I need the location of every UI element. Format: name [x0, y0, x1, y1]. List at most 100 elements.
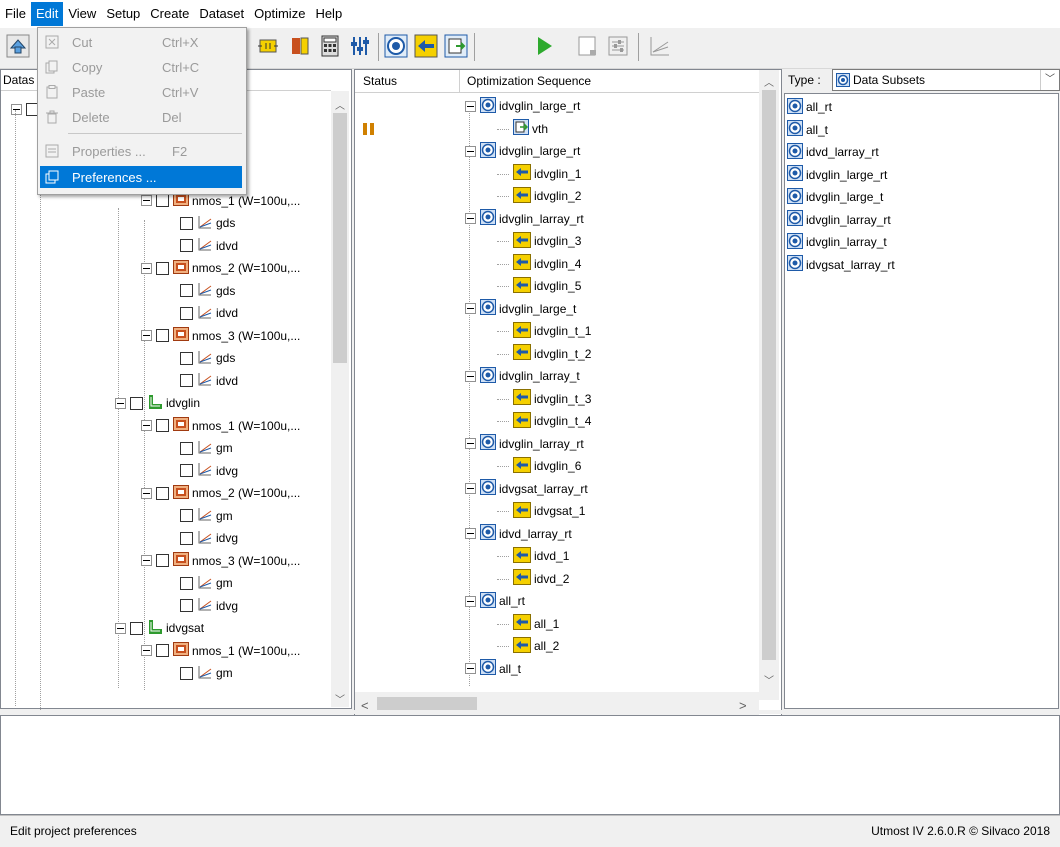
tree-item-curve[interactable]: idvg — [167, 460, 238, 482]
menu-item-properties[interactable]: Properties ... F2 — [40, 140, 242, 162]
collapse-icon[interactable] — [141, 487, 152, 499]
data-subset-item[interactable]: all_rt — [787, 96, 832, 118]
menu-edit[interactable]: Edit — [30, 2, 64, 26]
run-icon[interactable] — [532, 34, 556, 58]
data-subset-item[interactable]: all_t — [787, 119, 828, 141]
sequence-step-row[interactable]: vth — [513, 118, 548, 140]
scroll-up-arrow-icon[interactable]: ︿ — [764, 74, 774, 89]
sequence-step-row[interactable]: idvglin_t_4 — [513, 410, 591, 432]
collapse-icon[interactable] — [141, 262, 152, 274]
sequence-subset-row[interactable]: idvglin_larray_rt — [465, 208, 584, 230]
checkbox[interactable] — [156, 194, 169, 207]
checkbox[interactable] — [180, 306, 193, 320]
target-icon[interactable] — [384, 34, 408, 58]
sequence-step-row[interactable]: idvglin_2 — [513, 185, 581, 207]
data-subset-item[interactable]: idvglin_large_t — [787, 186, 883, 208]
data-subset-item[interactable]: idvglin_larray_t — [787, 231, 887, 253]
collapse-icon[interactable] — [11, 103, 22, 115]
status-column-header[interactable]: Status — [363, 74, 397, 88]
tree-item-device[interactable]: nmos_1 (W=100u,... — [141, 640, 300, 662]
tree-item-curve[interactable]: idvg — [167, 595, 238, 617]
collapse-icon[interactable] — [141, 420, 152, 431]
sequence-subset-row[interactable]: idvglin_large_rt — [465, 95, 580, 117]
menu-item-paste[interactable]: Paste Ctrl+V — [40, 81, 242, 103]
sequence-subset-row[interactable]: idvglin_large_t — [465, 298, 576, 320]
data-subset-item[interactable]: idvglin_large_rt — [787, 164, 887, 186]
menu-item-cut[interactable]: Cut Ctrl+X — [40, 31, 242, 53]
menu-file[interactable]: File — [0, 2, 31, 26]
checkbox[interactable] — [180, 599, 193, 612]
sequence-step-row[interactable]: idvglin_6 — [513, 455, 581, 477]
tree-item-device[interactable]: nmos_2 (W=100u,... — [141, 257, 300, 279]
collapse-icon[interactable] — [115, 397, 126, 409]
tree-item-device[interactable]: nmos_1 (W=100u,... — [141, 415, 300, 437]
calculator-icon[interactable] — [318, 34, 342, 58]
collapse-icon[interactable] — [465, 303, 476, 314]
scroll-down-arrow-icon[interactable]: ﹀ — [764, 672, 774, 687]
checkbox[interactable] — [156, 486, 169, 500]
tree-item-device[interactable]: nmos_3 (W=100u,... — [141, 550, 300, 572]
tree-item-curve[interactable]: gm — [167, 505, 233, 527]
collapse-icon[interactable] — [115, 622, 126, 634]
sequence-step-row[interactable]: all_2 — [513, 635, 559, 657]
parameters-icon[interactable] — [348, 34, 372, 58]
tree-item-curve[interactable]: idvd — [167, 302, 238, 324]
checkbox[interactable] — [130, 396, 143, 410]
collapse-icon[interactable] — [141, 555, 152, 566]
sequence-step-row[interactable]: all_1 — [513, 613, 559, 635]
splitter[interactable] — [0, 710, 1060, 714]
scroll-down-arrow-icon[interactable]: ﹀ — [335, 691, 345, 706]
sequence-subset-row[interactable]: all_t — [465, 658, 521, 680]
tree-item-curve[interactable]: gds — [167, 212, 235, 234]
collapse-icon[interactable] — [465, 145, 476, 157]
tree-item-device[interactable]: nmos_2 (W=100u,... — [141, 482, 300, 504]
sequence-step-row[interactable]: idvd_2 — [513, 568, 569, 590]
menu-help[interactable]: Help — [310, 2, 347, 26]
tree-item-curve[interactable]: gds — [167, 280, 235, 302]
menu-dataset[interactable]: Dataset — [194, 2, 249, 26]
collapse-icon[interactable] — [465, 370, 476, 382]
checkbox[interactable] — [180, 284, 193, 297]
sequence-step-row[interactable]: idvglin_3 — [513, 230, 581, 252]
plot-icon[interactable] — [648, 34, 672, 58]
circuit-icon[interactable] — [256, 34, 280, 58]
tree-item-curve[interactable]: gm — [167, 437, 233, 459]
scroll-thumb[interactable] — [762, 90, 776, 660]
sequence-step-row[interactable]: idvglin_t_1 — [513, 320, 591, 342]
sequence-step-row[interactable]: idvgsat_1 — [513, 500, 585, 522]
settings-sliders-icon[interactable] — [606, 34, 630, 58]
checkbox[interactable] — [156, 261, 169, 275]
tree-item-curve[interactable]: gds — [167, 347, 235, 369]
sequence-step-row[interactable]: idvglin_1 — [513, 163, 581, 185]
tree-item-dataset[interactable]: idvgsat — [115, 617, 204, 639]
collapse-icon[interactable] — [141, 330, 152, 341]
sequence-step-row[interactable]: idvglin_t_3 — [513, 388, 591, 410]
tree-item-curve[interactable]: gm — [167, 572, 233, 594]
data-subset-item[interactable]: idvglin_larray_rt — [787, 209, 891, 231]
tree-item-dataset[interactable]: idvglin — [115, 392, 200, 414]
sequence-step-row[interactable]: idvglin_5 — [513, 275, 581, 297]
collapse-icon[interactable] — [465, 663, 476, 674]
checkbox[interactable] — [156, 419, 169, 432]
sequence-subset-row[interactable]: idvglin_large_rt — [465, 140, 580, 162]
stop-icon[interactable] — [576, 34, 600, 58]
left-scrollbar[interactable]: ︿ ﹀ — [331, 91, 349, 707]
checkbox[interactable] — [180, 216, 193, 230]
checkbox[interactable] — [180, 239, 193, 252]
checkbox[interactable] — [180, 441, 193, 455]
checkbox[interactable] — [180, 351, 193, 365]
collapse-icon[interactable] — [465, 595, 476, 607]
scroll-thumb[interactable] — [333, 113, 347, 363]
scroll-up-arrow-icon[interactable]: ︿ — [335, 97, 345, 112]
scroll-thumb[interactable] — [377, 697, 477, 711]
sequence-subset-row[interactable]: idvglin_larray_t — [465, 365, 580, 387]
checkbox[interactable] — [180, 374, 193, 387]
tree-item-device[interactable]: nmos_3 (W=100u,... — [141, 325, 300, 347]
sequence-step-row[interactable]: idvglin_4 — [513, 253, 581, 275]
menu-item-preferences[interactable]: Preferences ... — [40, 166, 242, 188]
extract-icon[interactable] — [444, 34, 468, 58]
checkbox[interactable] — [180, 576, 193, 590]
data-subset-item[interactable]: idvd_larray_rt — [787, 141, 879, 163]
sequence-column-header[interactable]: Optimization Sequence — [467, 74, 591, 88]
collapse-icon[interactable] — [141, 645, 152, 656]
